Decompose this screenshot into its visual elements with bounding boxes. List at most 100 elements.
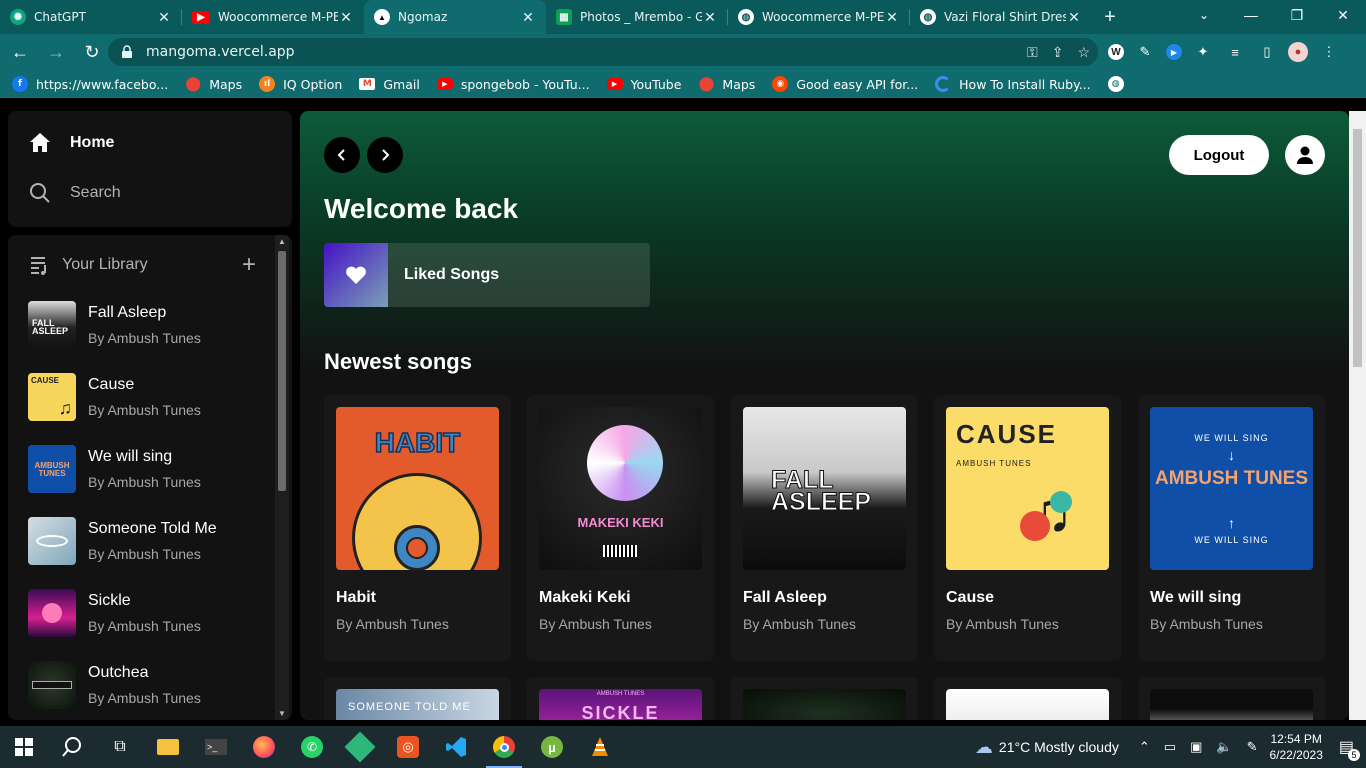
bookmark-label: Maps: [209, 76, 243, 92]
bookmark-globe[interactable]: ◍: [1107, 76, 1132, 92]
utorrent-icon[interactable]: µ: [528, 726, 576, 768]
library-item[interactable]: Someone Told Me By Ambush Tunes: [28, 517, 268, 565]
forward-icon[interactable]: →: [40, 36, 72, 68]
gitkraken-icon[interactable]: [336, 726, 384, 768]
library-scrollbar[interactable]: ▲ ▼: [275, 235, 289, 720]
song-card[interactable]: HABIT Habit By Ambush Tunes: [324, 395, 511, 661]
reload-icon[interactable]: ↻: [76, 36, 108, 68]
profile-avatar[interactable]: ●: [1288, 42, 1308, 62]
tab-woocommerce-2[interactable]: ◍ Woocommerce M-PESA ✕: [728, 0, 910, 34]
library-item[interactable]: CAUSE ♫ Cause By Ambush Tunes: [28, 373, 268, 421]
tab-search-icon[interactable]: ⌄: [1186, 0, 1222, 30]
extensions-puzzle-icon[interactable]: ✦: [1192, 41, 1214, 63]
close-icon[interactable]: ✕: [702, 9, 718, 26]
close-icon[interactable]: ✕: [1066, 9, 1082, 26]
start-windows-icon[interactable]: [0, 726, 48, 768]
ubuntu-icon[interactable]: ◎: [384, 726, 432, 768]
network-icon[interactable]: ▣: [1190, 739, 1202, 755]
song-card[interactable]: [1138, 677, 1325, 720]
logout-button[interactable]: Logout: [1169, 135, 1269, 175]
close-icon[interactable]: ✕: [520, 9, 536, 26]
pen-icon[interactable]: ✎: [1247, 739, 1258, 755]
library-item[interactable]: Sickle By Ambush Tunes: [28, 589, 268, 637]
bookmark-star-icon[interactable]: ☆: [1077, 44, 1090, 61]
volume-icon[interactable]: 🔈: [1216, 739, 1232, 755]
library-item[interactable]: Outchea By Ambush Tunes: [28, 661, 268, 709]
key-icon[interactable]: ⚿: [1027, 44, 1038, 61]
tab-woocommerce[interactable]: ▶ Woocommerce M-PESA ✕: [182, 0, 364, 34]
song-card[interactable]: WE WILL SING ↓ AMBUSH TUNES ↑ WE WILL SI…: [1138, 395, 1325, 661]
bookmark-iqoption[interactable]: ıl IQ Option: [259, 76, 342, 92]
scroll-down-icon[interactable]: ▼: [278, 709, 286, 718]
share-icon[interactable]: ⇪: [1052, 44, 1064, 61]
weather-text[interactable]: 21°C Mostly cloudy: [999, 739, 1119, 755]
liked-songs-card[interactable]: Liked Songs: [324, 243, 650, 307]
search-icon[interactable]: [48, 726, 96, 768]
library-header[interactable]: Your Library +: [28, 251, 256, 279]
library-item[interactable]: FALL ASLEEP Fall Asleep By Ambush Tunes: [28, 301, 268, 349]
window-close-icon[interactable]: ✕: [1320, 0, 1366, 30]
back-icon[interactable]: ←: [4, 36, 36, 68]
chevron-up-icon[interactable]: ⌃: [1139, 739, 1150, 755]
notifications-icon[interactable]: ▤ 5: [1339, 737, 1360, 761]
bookmark-reddit[interactable]: ◉ Good easy API for...: [772, 76, 918, 92]
media-control-icon[interactable]: ≡: [1224, 41, 1246, 63]
bookmark-spongebob[interactable]: ▶ spongebob - YouTu...: [436, 77, 590, 92]
vscode-icon[interactable]: [432, 726, 480, 768]
scrollbar-thumb[interactable]: [1353, 129, 1362, 367]
bookmark-label: Good easy API for...: [796, 76, 919, 92]
nav-home[interactable]: Home: [28, 131, 114, 155]
media-extension-icon[interactable]: ▶: [1166, 44, 1182, 60]
close-icon[interactable]: ✕: [884, 9, 900, 26]
wordpress-extension-icon[interactable]: W: [1108, 44, 1124, 60]
firefox-icon[interactable]: [240, 726, 288, 768]
nav-search[interactable]: Search: [28, 181, 121, 205]
whatsapp-icon[interactable]: ✆: [288, 726, 336, 768]
song-card[interactable]: CAUSE AMBUSH TUNES ♫ Cause By Ambush Tun…: [934, 395, 1121, 661]
tab-ngomaz[interactable]: ▲ Ngomaz ✕: [364, 0, 546, 34]
close-icon[interactable]: ✕: [156, 9, 172, 26]
bookmark-facebook[interactable]: f https://www.facebo...: [12, 76, 168, 92]
clock[interactable]: 12:54 PM 6/22/2023: [1269, 731, 1322, 763]
bookmark-maps-2[interactable]: ⬤ Maps: [698, 76, 756, 92]
tab-chatgpt[interactable]: ✺ ChatGPT ✕: [0, 0, 182, 34]
bookmark-maps[interactable]: ⬤ Maps: [185, 76, 242, 92]
song-card[interactable]: SOMEONE TOLD ME: [324, 677, 511, 720]
bookmark-ruby[interactable]: How To Install Ruby...: [935, 76, 1091, 92]
song-card[interactable]: [934, 677, 1121, 720]
main-scrollbar[interactable]: [1349, 111, 1366, 720]
song-card[interactable]: AMBUSH TUNES SICKLE: [527, 677, 714, 720]
library-item-title: Fall Asleep: [88, 304, 167, 321]
address-bar[interactable]: mangoma.vercel.app ⚿ ⇪ ☆: [108, 38, 1098, 66]
minimize-icon[interactable]: —: [1228, 0, 1274, 30]
song-card[interactable]: MAKEKI KEKI Makeki Keki By Ambush Tunes: [527, 395, 714, 661]
side-panel-icon[interactable]: ▯: [1256, 41, 1278, 63]
task-view-icon[interactable]: ⧉: [96, 726, 144, 768]
forward-nav-button[interactable]: [367, 137, 403, 173]
user-avatar-button[interactable]: [1285, 135, 1325, 175]
system-tray: ☁ 21°C Mostly cloudy ⌃ ▭ ▣ 🔈 ✎ 12:54 PM …: [975, 726, 1366, 768]
eyedropper-extension-icon[interactable]: ✎: [1134, 41, 1156, 63]
vlc-icon[interactable]: [576, 726, 624, 768]
library-item[interactable]: AMBUSH TUNES We will sing By Ambush Tunes: [28, 445, 268, 493]
terminal-icon[interactable]: >_: [192, 726, 240, 768]
song-card[interactable]: [731, 677, 918, 720]
back-nav-button[interactable]: [324, 137, 360, 173]
battery-icon[interactable]: ▭: [1164, 739, 1176, 755]
tab-photos[interactable]: ▦ Photos _ Mrembo - Go ✕: [546, 0, 728, 34]
scrollbar-thumb[interactable]: [278, 251, 286, 491]
scroll-up-icon[interactable]: ▲: [278, 237, 286, 246]
song-card[interactable]: FALL ASLEEP Fall Asleep By Ambush Tunes: [731, 395, 918, 661]
bookmark-youtube[interactable]: ▶ YouTube: [606, 77, 681, 92]
cloudy-weather-icon[interactable]: ☁: [975, 737, 993, 758]
file-explorer-icon[interactable]: [144, 726, 192, 768]
menu-kebab-icon[interactable]: ⋮: [1318, 41, 1340, 63]
restore-icon[interactable]: ❐: [1274, 0, 1320, 30]
chrome-icon[interactable]: [480, 726, 528, 768]
close-icon[interactable]: ✕: [338, 9, 354, 26]
new-tab-button[interactable]: +: [1092, 0, 1128, 34]
bookmark-gmail[interactable]: M Gmail: [359, 77, 420, 92]
tab-vazi[interactable]: ◍ Vazi Floral Shirt Dress ✕: [910, 0, 1092, 34]
clock-date: 6/22/2023: [1269, 748, 1323, 762]
add-playlist-icon[interactable]: +: [242, 251, 256, 279]
